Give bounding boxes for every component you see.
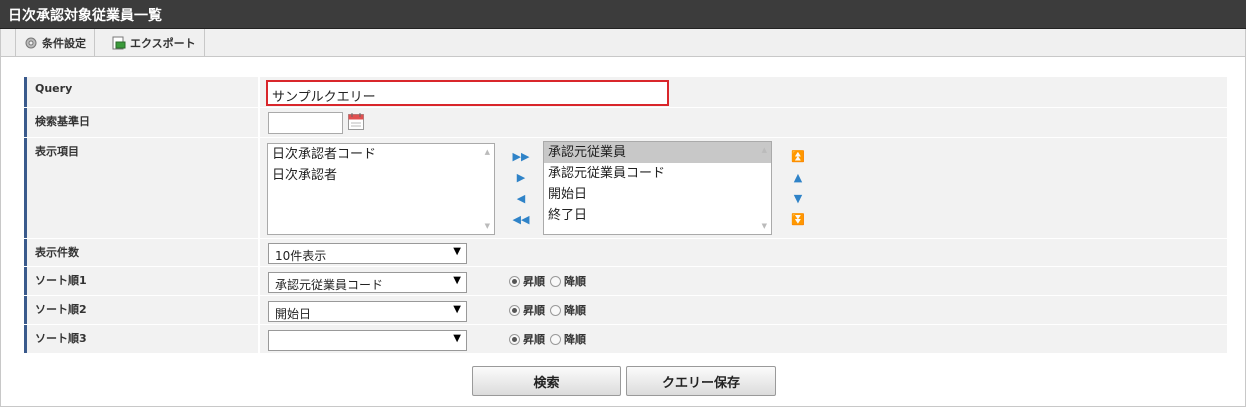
save-query-button[interactable]: クエリー保存 [626,366,776,396]
row-display-count: 表示件数 10件表示 ▼ [24,239,1227,267]
display-count-value: 10件表示 [275,249,327,263]
list-item[interactable]: 終了日 [544,205,771,226]
move-buttons: ▶▶ ▶ ◀ ◀◀ [507,146,535,230]
order-buttons: ⏫ ▲ ▼ ⏬ [784,146,812,230]
sort1-desc-radio[interactable] [550,275,561,287]
move-all-right-icon[interactable]: ▶▶ [513,146,530,167]
window-title: 日次承認対象従業員一覧 [8,8,162,24]
base-date-input[interactable] [268,112,343,134]
scroll-up-icon[interactable]: ▲ [485,148,490,156]
sort2-order: 昇順 降順 [509,302,586,318]
move-left-icon[interactable]: ◀ [517,188,525,209]
row-query: Query サンプルクエリー [24,77,1227,108]
row-sort2: ソート順2 開始日 ▼ 昇順 降順 [24,296,1227,325]
list-item[interactable]: 承認元従業員 [544,142,771,163]
list-item[interactable]: 開始日 [544,184,771,205]
scroll-up-icon[interactable]: ▲ [762,146,767,154]
sort3-desc-radio[interactable] [550,333,561,345]
dropdown-arrow-icon: ▼ [453,304,461,315]
row-display-items: 表示項目 日次承認者コード 日次承認者 ▲ ▼ ▶▶ ▶ ◀ ◀◀ 承認元従業員… [24,138,1227,239]
available-items-list[interactable]: 日次承認者コード 日次承認者 ▲ ▼ [267,143,495,235]
sort1-value: 承認元従業員コード [275,278,384,292]
list-item[interactable]: 承認元従業員コード [544,163,771,184]
dropdown-arrow-icon: ▼ [453,246,461,257]
calendar-icon[interactable] [348,113,364,130]
list-item[interactable]: 日次承認者 [268,165,494,186]
row-base-date: 検索基準日 [24,108,1227,138]
title-bar: 日次承認対象従業員一覧 [0,0,1246,29]
sort2-label: ソート順2 [24,296,260,324]
query-label: Query [24,77,260,107]
sort3-order: 昇順 降順 [509,331,586,347]
export-icon [112,36,126,49]
display-count-select[interactable]: 10件表示 ▼ [268,243,467,264]
sort2-select[interactable]: 開始日 ▼ [268,301,467,322]
sort3-desc-label: 降順 [564,333,586,346]
export-label: エクスポート [130,36,196,50]
sort3-select[interactable]: ▼ [268,330,467,351]
search-button[interactable]: 検索 [472,366,621,396]
move-down-icon[interactable]: ▼ [794,188,802,209]
scroll-down-icon[interactable]: ▼ [485,222,490,230]
conditions-label: 条件設定 [42,36,86,50]
row-sort1: ソート順1 承認元従業員コード ▼ 昇順 降順 [24,267,1227,296]
sort3-label: ソート順3 [24,325,260,353]
dropdown-arrow-icon: ▼ [453,275,461,286]
sort1-select[interactable]: 承認元従業員コード ▼ [268,272,467,293]
move-bottom-icon[interactable]: ⏬ [791,209,805,230]
sort1-asc-label: 昇順 [523,275,545,288]
display-items-label: 表示項目 [24,138,260,238]
toolbar: 条件設定 エクスポート [0,29,1246,57]
sort1-order: 昇順 降順 [509,273,586,289]
query-input[interactable]: サンプルクエリー [266,80,669,106]
sort3-asc-label: 昇順 [523,333,545,346]
move-right-icon[interactable]: ▶ [517,167,525,188]
display-count-label: 表示件数 [24,239,260,266]
conditions-button[interactable]: 条件設定 [15,29,95,56]
export-button[interactable]: エクスポート [104,29,205,56]
selected-items-list[interactable]: 承認元従業員 承認元従業員コード 開始日 終了日 ▲ ▼ [543,141,772,235]
sort2-asc-label: 昇順 [523,304,545,317]
scroll-down-icon[interactable]: ▼ [762,222,767,230]
sort2-value: 開始日 [275,307,312,321]
sort1-asc-radio[interactable] [509,275,520,287]
move-all-left-icon[interactable]: ◀◀ [513,209,530,230]
list-item[interactable]: 日次承認者コード [268,144,494,165]
move-up-icon[interactable]: ▲ [794,167,802,188]
sort3-asc-radio[interactable] [509,333,520,345]
sort2-asc-radio[interactable] [509,304,520,316]
row-sort3: ソート順3 ▼ 昇順 降順 [24,325,1227,354]
sort1-label: ソート順1 [24,267,260,295]
move-top-icon[interactable]: ⏫ [791,146,805,167]
sort1-desc-label: 降順 [564,275,586,288]
dropdown-arrow-icon: ▼ [453,333,461,344]
sort2-desc-label: 降順 [564,304,586,317]
gear-icon [25,37,37,48]
base-date-label: 検索基準日 [24,108,260,137]
sort2-desc-radio[interactable] [550,304,561,316]
